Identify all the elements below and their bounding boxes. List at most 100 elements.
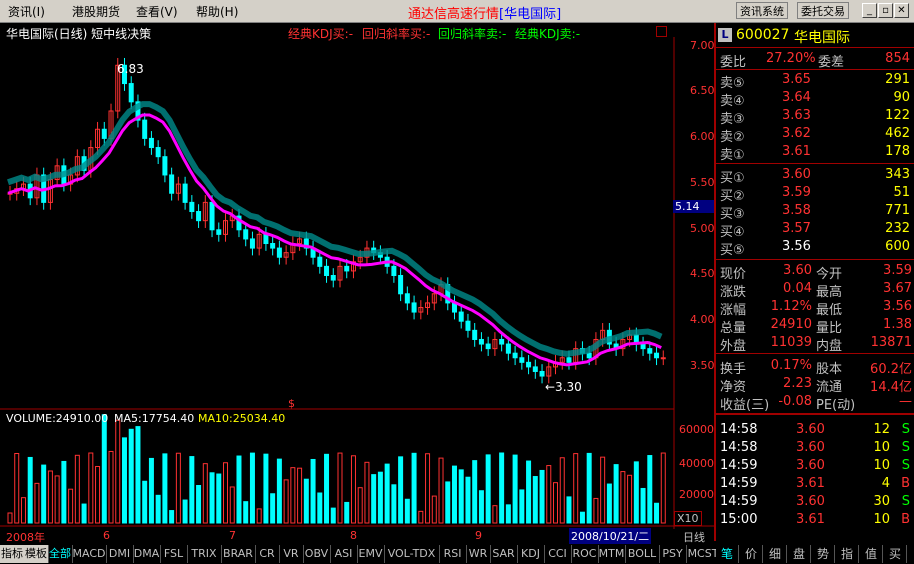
volume-bar xyxy=(606,483,612,524)
indicator-tab[interactable]: OBV xyxy=(303,545,331,563)
indicator-tab[interactable]: 指标 xyxy=(0,545,25,563)
volume-bar xyxy=(465,476,471,524)
info-system-button[interactable]: 资讯系统 xyxy=(736,2,788,19)
indicator-tab[interactable]: BRAR xyxy=(221,545,256,563)
indicator-tab[interactable]: VOL-TDX xyxy=(384,545,440,563)
volume-bar xyxy=(532,476,538,524)
right-tab[interactable]: 买 xyxy=(884,545,907,563)
volume-bar xyxy=(142,480,148,524)
indicator-tab[interactable]: VR xyxy=(279,545,304,563)
stat-row: 总量 24910 量比 1.38 xyxy=(716,316,914,336)
order-price: 3.59 xyxy=(782,185,811,200)
tick-volume: 30 xyxy=(873,494,890,509)
stat-row: 外盘 11039 内盘 13871 xyxy=(716,334,914,354)
indicator-tab[interactable]: DMI xyxy=(106,545,134,563)
right-tab[interactable]: 笔 xyxy=(716,545,739,563)
indicator-tab[interactable]: CCI xyxy=(544,545,572,563)
ask-row[interactable]: 卖③ 3.63 122 xyxy=(716,107,914,127)
right-tab[interactable]: 细 xyxy=(764,545,787,563)
volume-bar xyxy=(243,501,249,524)
indicator-tab[interactable]: 全部 xyxy=(48,545,73,563)
indicator-tab[interactable]: MACD xyxy=(72,545,107,563)
wecha-label: 委差 xyxy=(818,55,845,70)
stock-code: 600027 xyxy=(736,27,790,43)
volume-bar xyxy=(169,510,175,524)
tick-row: 14:59 3.60 10 S xyxy=(716,457,914,475)
ask-row[interactable]: 卖⑤ 3.65 291 xyxy=(716,71,914,91)
bid-row[interactable]: 买① 3.60 343 xyxy=(716,166,914,186)
order-price: 3.58 xyxy=(782,203,811,218)
indicator-tab[interactable]: SAR xyxy=(490,545,518,563)
period-label[interactable]: 日线 xyxy=(683,529,705,545)
candle-body xyxy=(512,352,518,359)
stock-name: 华电国际 xyxy=(794,30,850,46)
candle-body xyxy=(101,128,107,139)
order-volume: 232 xyxy=(885,221,910,236)
ask-row[interactable]: 卖④ 3.64 90 xyxy=(716,89,914,109)
bid-row[interactable]: 买④ 3.57 232 xyxy=(716,220,914,240)
right-tabbar: 笔价细盘势指值买 xyxy=(716,544,914,564)
volume-bar xyxy=(519,489,525,524)
candle-body xyxy=(324,265,330,277)
bid-row[interactable]: 买③ 3.58 771 xyxy=(716,202,914,222)
volume-bar xyxy=(344,501,350,524)
volume-bar xyxy=(371,474,377,524)
tick-volume: 4 xyxy=(881,476,890,491)
menu-item-help[interactable]: 帮助(H) xyxy=(196,3,238,20)
volume-bar xyxy=(451,465,457,524)
right-tab[interactable]: 价 xyxy=(740,545,763,563)
price-axis-label: 4.50 xyxy=(690,267,715,280)
trade-button[interactable]: 委托交易 xyxy=(797,2,849,19)
right-tab[interactable]: 盘 xyxy=(788,545,811,563)
volume-bar xyxy=(586,452,592,524)
indicator-tab[interactable]: MTM xyxy=(598,545,626,563)
volume-bar xyxy=(47,470,53,524)
volume-bar xyxy=(297,467,303,524)
volume-bar xyxy=(324,453,330,524)
order-level-label: 卖① xyxy=(720,148,745,163)
indicator-tab[interactable]: CR xyxy=(255,545,280,563)
volume-bar xyxy=(553,482,559,524)
tick-time: 14:58 xyxy=(720,440,758,455)
ask-row[interactable]: 卖① 3.61 178 xyxy=(716,143,914,163)
indicator-tab[interactable]: BOLL xyxy=(625,545,660,563)
volume-bar xyxy=(438,457,444,524)
kline-chart[interactable] xyxy=(0,23,714,529)
bid-row[interactable]: 买⑤ 3.56 600 xyxy=(716,238,914,258)
right-tab[interactable]: 势 xyxy=(812,545,835,563)
order-price: 3.60 xyxy=(782,167,811,182)
indicator-tab[interactable]: PSY xyxy=(659,545,687,563)
bid-row[interactable]: 买② 3.59 51 xyxy=(716,184,914,204)
menu-item-view[interactable]: 查看(V) xyxy=(136,3,178,20)
volume-bar xyxy=(485,454,491,524)
stat-row: 净资 2.23 流通 14.4亿 xyxy=(716,375,914,395)
right-tab[interactable]: 指 xyxy=(836,545,859,563)
volume-bar xyxy=(431,495,437,524)
close-icon[interactable]: ✕ xyxy=(894,3,909,18)
menu-bar: 资讯(I) 港股期货 查看(V) 帮助(H) 通达信高速行情[华电国际] 资讯系… xyxy=(0,0,914,23)
right-tab[interactable]: 值 xyxy=(860,545,883,563)
indicator-tab[interactable]: EMV xyxy=(357,545,385,563)
volume-bar xyxy=(478,490,484,524)
candle-body xyxy=(586,352,592,359)
tick-row: 14:58 3.60 10 S xyxy=(716,439,914,457)
indicator-tab[interactable]: 模板 xyxy=(24,545,49,563)
indicator-tab[interactable]: ASI xyxy=(330,545,358,563)
volume-bar xyxy=(121,437,127,524)
restore-icon[interactable]: ▫ xyxy=(878,3,893,18)
menu-item-info[interactable]: 资讯(I) xyxy=(8,3,45,20)
indicator-tab[interactable]: KDJ xyxy=(517,545,545,563)
indicator-tab[interactable]: WR xyxy=(466,545,491,563)
order-volume: 291 xyxy=(885,72,910,87)
order-price: 3.61 xyxy=(782,144,811,159)
menu-item-hk-futures[interactable]: 港股期货 xyxy=(72,3,120,20)
indicator-tab[interactable]: FSL xyxy=(160,545,188,563)
indicator-tab[interactable]: TRIX xyxy=(187,545,222,563)
minimize-icon[interactable]: _ xyxy=(862,3,877,18)
volume-bar xyxy=(633,461,639,524)
volume-bar xyxy=(377,471,383,524)
ask-row[interactable]: 卖② 3.62 462 xyxy=(716,125,914,145)
indicator-tab[interactable]: DMA xyxy=(133,545,161,563)
indicator-tab[interactable]: RSI xyxy=(439,545,467,563)
indicator-tab[interactable]: ROC xyxy=(571,545,599,563)
